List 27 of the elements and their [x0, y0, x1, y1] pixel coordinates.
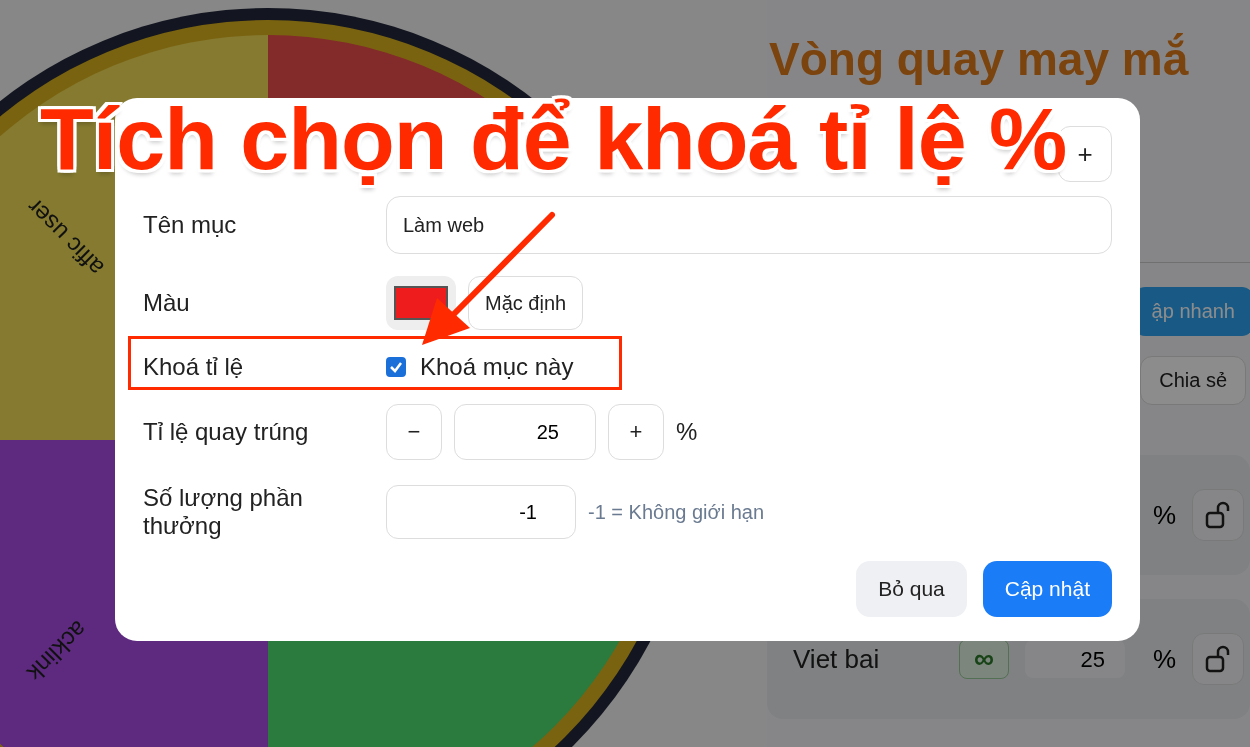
increase-button[interactable]: + [608, 404, 664, 460]
checkmark-icon [389, 360, 403, 374]
percent-sign: % [676, 418, 698, 446]
quantity-input[interactable]: -1 [386, 485, 576, 539]
item-name-input[interactable]: Làm web [386, 196, 1112, 254]
field-label: Tên mục [143, 211, 238, 239]
field-label: Tỉ lệ quay trúng [143, 418, 310, 446]
lock-toggle-button[interactable] [1192, 489, 1244, 541]
update-button[interactable]: Cập nhật [982, 561, 1112, 617]
share-button[interactable]: Chia sẻ [1140, 356, 1246, 405]
cancel-button[interactable]: Bỏ qua [856, 561, 967, 617]
percent-sign: % [1152, 499, 1176, 531]
lock-toggle-button[interactable] [1192, 633, 1244, 685]
decrease-button[interactable]: − [386, 404, 442, 460]
percent-sign: % [1152, 643, 1176, 675]
field-label: Số lượng phần thưởng [143, 484, 304, 540]
checkbox-label: Khoá mục này [420, 353, 574, 381]
hint-text: -1 = Không giới hạn [588, 500, 764, 524]
rate-input[interactable]: 25 [454, 404, 596, 460]
item-name: Viet bai [793, 643, 881, 675]
default-color-button[interactable]: Mặc định [468, 276, 584, 330]
field-label: Màu [143, 289, 191, 317]
lock-checkbox[interactable] [386, 357, 406, 377]
page-title: Vòng quay may mắ [768, 32, 1190, 87]
field-label: Khoá tỉ lệ [143, 353, 245, 381]
rate-input[interactable]: 25 [1025, 640, 1125, 678]
unlimited-badge: ∞ [959, 639, 1009, 679]
